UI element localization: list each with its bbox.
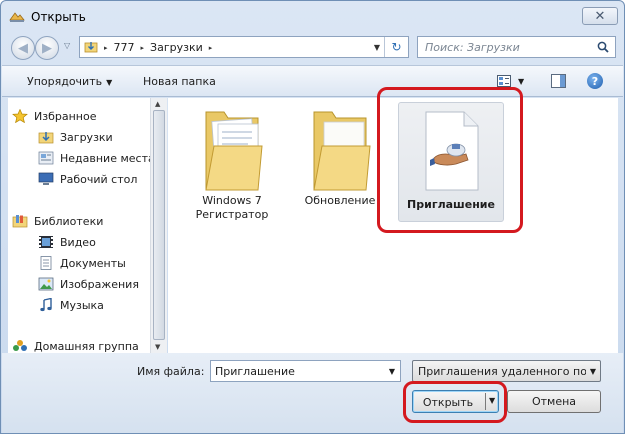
scroll-up-icon[interactable]: ▲ [155,100,160,108]
recent-places-icon [38,151,54,165]
folder-icon [84,42,98,53]
forward-arrow-icon: ▶ [42,40,52,56]
breadcrumb: ▸ 777 ▸ Загрузки ▸ [104,41,212,54]
downloads-folder-icon [38,132,54,144]
desktop-icon [38,172,54,185]
search-placeholder: Поиск: Загрузки [425,41,520,54]
sidebar-item-music[interactable]: Музыка [38,295,104,315]
sidebar-item-label: Документы [60,256,126,270]
sidebar-item-label: Домашняя группа [34,339,139,353]
refresh-button[interactable]: ↻ [384,37,408,57]
sidebar-item-libraries[interactable]: Библиотеки [12,211,103,231]
address-dropdown-icon[interactable]: ▼ [374,43,380,52]
search-input[interactable]: Поиск: Загрузки [417,36,616,58]
sidebar-item-favorites[interactable]: Избранное [12,106,96,126]
sidebar-item-documents[interactable]: Документы [38,253,126,273]
preview-pane-icon[interactable] [551,74,566,88]
title-bar: Открыть ✕ [1,1,624,31]
address-bar[interactable]: ▸ 777 ▸ Загрузки ▸ ▼ ↻ [79,36,409,58]
back-button[interactable]: ◀ [11,36,35,60]
scrollbar-thumb[interactable] [153,110,165,340]
homegroup-icon [13,340,27,351]
refresh-icon: ↻ [391,40,402,54]
view-options-dropdown[interactable]: ▼ [518,77,524,86]
breadcrumb-separator[interactable]: ▸ [104,44,108,52]
sidebar-item-label: Недавние места [60,151,150,165]
sidebar-item-label: Избранное [34,109,97,123]
sidebar-item-label: Библиотеки [34,214,104,228]
breadcrumb-item-downloads[interactable]: Загрузки [150,41,203,54]
file-name-line2: Регистратор [195,208,269,221]
sidebar-item-label: Загрузки [60,130,113,144]
help-icon[interactable]: ? [587,73,603,89]
navigation-scrollbar[interactable]: ▲ ▼ [150,98,167,353]
breadcrumb-item-777[interactable]: 777 [114,41,135,54]
file-name-label: Имя файла: [137,365,205,378]
back-arrow-icon: ◀ [18,40,28,56]
sidebar-item-recent-places[interactable]: Недавние места [38,148,150,168]
sidebar-item-label: Видео [60,235,96,249]
sidebar-item-label: Музыка [60,298,104,312]
sidebar-item-desktop[interactable]: Рабочий стол [38,169,137,189]
open-file-dialog: Открыть ✕ ◀ ▶ ▽ ▸ 777 ▸ Загрузки ▸ ▼ ↻ П… [0,0,625,434]
star-icon [12,109,28,123]
search-icon[interactable] [597,41,609,53]
documents-icon [40,256,52,270]
sidebar-item-pictures[interactable]: Изображения [38,274,139,294]
pictures-icon [38,277,54,291]
recent-pages-dropdown[interactable]: ▽ [64,41,70,50]
annotation-highlight-file [377,87,523,233]
change-view-icon[interactable] [497,75,511,87]
forward-button[interactable]: ▶ [35,36,59,60]
chevron-down-icon: ▼ [589,367,596,376]
organize-button[interactable]: Упорядочить ▼ [27,75,112,88]
breadcrumb-separator[interactable]: ▸ [141,44,145,52]
window-title: Открыть [31,10,86,24]
new-folder-button[interactable]: Новая папка [143,75,216,88]
sidebar-item-video[interactable]: Видео [38,232,96,252]
cancel-button[interactable]: Отмена [507,390,601,413]
scroll-down-icon[interactable]: ▼ [155,343,160,351]
chevron-down-icon: ▼ [106,78,113,87]
breadcrumb-separator[interactable]: ▸ [209,44,213,52]
video-icon [39,236,53,248]
cancel-button-label: Отмена [531,395,577,408]
close-button[interactable]: ✕ [582,7,618,25]
file-type-select[interactable]: Приглашения удаленного по ▼ [412,360,601,382]
dialog-app-icon [9,12,25,22]
file-name-value: Приглашение [215,365,295,378]
file-type-value: Приглашения удаленного по [418,365,586,378]
close-icon: ✕ [594,8,606,24]
chevron-down-icon[interactable]: ▼ [389,367,395,376]
music-icon [40,298,52,312]
sidebar-item-downloads[interactable]: Загрузки [38,127,113,147]
file-item[interactable]: Windows 7 Регистратор [178,102,286,222]
annotation-highlight-open [403,381,507,423]
sidebar-item-homegroup[interactable]: Домашняя группа [12,336,139,353]
libraries-icon [12,215,28,228]
sidebar-item-label: Рабочий стол [60,172,138,186]
file-name-field[interactable]: Приглашение ▼ [210,360,401,382]
folder-icon [313,111,371,191]
folder-with-documents-icon [205,111,263,191]
command-toolbar: Упорядочить ▼ Новая папка ▼ ? [2,65,623,97]
navigation-pane: Избранное Загрузки Недавние места Рабочи… [8,98,150,353]
sidebar-item-label: Изображения [60,277,139,291]
organize-label: Упорядочить [27,75,103,88]
file-name: Windows 7 [202,194,262,207]
